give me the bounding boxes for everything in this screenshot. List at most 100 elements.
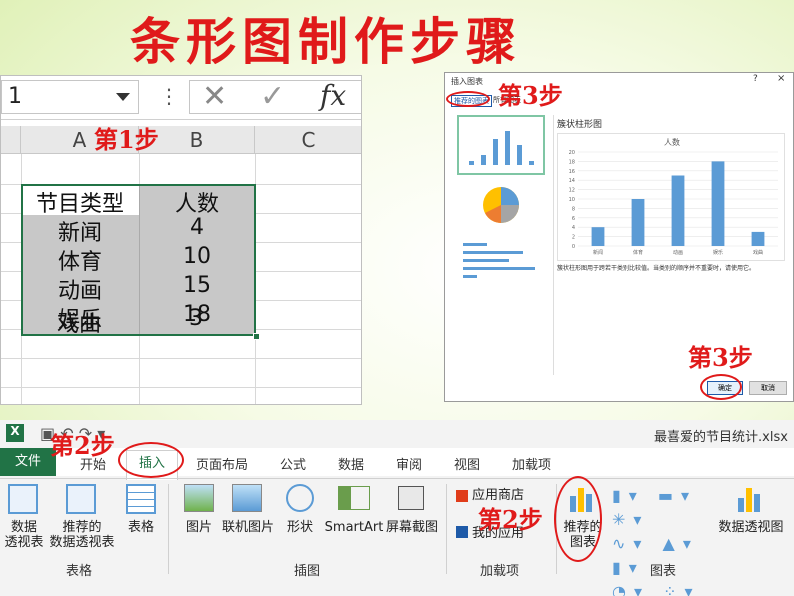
table-row-cell[interactable]: 新闻	[21, 215, 139, 247]
y-tick-label: 18	[569, 159, 575, 165]
step2-label-tab: 第2步	[50, 431, 115, 460]
highlight-ring	[118, 442, 184, 478]
function-icon[interactable]: fx	[320, 79, 346, 112]
y-tick-label: 2	[572, 235, 575, 241]
cancel-button[interactable]: 取消	[749, 381, 787, 395]
chart-preview: 人数 0 2 4 6 8 10 12 14 16 18 20 新闻 体育 动画 娱乐 戏曲	[557, 133, 785, 261]
dialog-title: 插入图表	[451, 77, 483, 86]
name-box[interactable]: 1	[1, 80, 139, 114]
store-icon	[456, 490, 468, 502]
thumb-column-chart[interactable]	[457, 115, 545, 175]
chart-type-name: 簇状柱形图	[557, 120, 603, 130]
highlight-ring	[554, 476, 602, 562]
close-icon[interactable]: ×	[777, 73, 785, 84]
pivot-table-icon	[8, 484, 38, 514]
group-label-charts: 图表	[650, 564, 677, 579]
cell-header-count[interactable]: 人数	[139, 186, 255, 218]
tab-data[interactable]: 数据	[338, 454, 364, 473]
online-picture-icon	[232, 484, 262, 512]
smartart-button[interactable]: SmartArt	[324, 520, 384, 535]
highlight-ring	[700, 374, 742, 400]
table-button[interactable]: 表格	[124, 520, 158, 535]
chart-title: 人数	[664, 138, 680, 147]
smartart-icon	[338, 486, 370, 510]
bar	[631, 199, 645, 246]
help-icon[interactable]: ?	[753, 74, 758, 84]
y-tick-label: 10	[569, 197, 575, 203]
group-label-tables: 表格	[66, 564, 93, 579]
group-label-addins: 加载项	[480, 564, 520, 579]
y-tick-label: 6	[572, 216, 575, 222]
bar	[751, 231, 765, 246]
y-tick-label: 14	[569, 178, 575, 184]
table-row-cell[interactable]: 3	[138, 306, 254, 331]
chart-type-icons[interactable]: ▮▾ ▬▾ ✳▾ ∿▾ ▲▾ ▮▾ ◔▾ ⁘▾	[612, 484, 716, 596]
cancel-icon[interactable]: ✕	[202, 79, 227, 114]
x-tick-label: 戏曲	[753, 249, 763, 256]
chart-plot: 0 2 4 6 8 10 12 14 16 18 20 新闻 体育 动画 娱乐 戏曲	[569, 150, 778, 256]
shapes-button[interactable]: 形状	[280, 520, 320, 535]
step3-label-bottom: 第3步	[688, 343, 753, 372]
y-tick-label: 8	[572, 206, 575, 212]
more-icon: ⋮	[159, 84, 179, 108]
bar	[711, 161, 725, 246]
formula-buttons: ✕ ✓ fx	[189, 79, 361, 114]
recommended-pivot-icon	[66, 484, 96, 514]
highlight-ring	[446, 91, 490, 107]
y-tick-label: 20	[569, 150, 575, 156]
table-row-cell[interactable]: 戏曲	[20, 306, 138, 338]
group-label-illustrations: 插图	[294, 564, 321, 579]
my-apps-icon	[456, 526, 468, 538]
y-tick-label: 4	[572, 225, 575, 231]
col-header-c[interactable]: C	[255, 126, 361, 154]
fill-handle[interactable]	[253, 333, 260, 340]
online-picture-button[interactable]: 联机图片	[220, 520, 276, 535]
screenshot-button[interactable]: 屏幕截图	[384, 520, 440, 535]
formula-bar: 1 ⋮ ✕ ✓ fx	[1, 76, 361, 120]
camera-icon	[398, 486, 424, 510]
thumb-pie-chart[interactable]	[457, 179, 545, 229]
table-row-cell[interactable]: 动画	[21, 273, 139, 305]
x-tick-label: 娱乐	[713, 249, 723, 256]
step2-label-chart: 第2步	[478, 505, 543, 534]
tab-view[interactable]: 视图	[454, 454, 480, 473]
thumb-bar-chart[interactable]	[457, 233, 545, 283]
excel-sheet: 1 ⋮ ✕ ✓ fx A B C 节目类型 人数 新闻 4 体育 10 动画 1…	[0, 75, 362, 405]
table-row-cell[interactable]: 体育	[21, 244, 139, 276]
shapes-icon	[286, 484, 314, 512]
pivot-chart-button[interactable]: 数据透视图	[716, 520, 786, 535]
table-row-cell[interactable]: 15	[139, 273, 255, 298]
chevron-down-icon[interactable]	[116, 93, 130, 101]
y-tick-label: 16	[569, 169, 575, 175]
slide-title: 条形图制作步骤	[130, 12, 522, 71]
step1-label: 第1步	[94, 125, 159, 154]
enter-icon[interactable]: ✓	[260, 79, 285, 114]
tab-formulas[interactable]: 公式	[280, 454, 306, 473]
bar	[591, 227, 605, 246]
excel-ribbon: X ▣ ↶ ↷ ▾ 最喜爱的节目统计.xlsx - 文件 开始 插入 页面布局 …	[0, 420, 794, 596]
corner-select[interactable]	[1, 126, 21, 154]
table-icon	[126, 484, 156, 514]
chart-description: 簇状柱形图用于跨若干类别比较值。当类别的顺序并不重要时，请使用它。	[557, 265, 756, 272]
pivot-chart-icon	[734, 484, 768, 514]
tab-file[interactable]: 文件	[0, 448, 56, 476]
pivot-table-button[interactable]: 数据 透视表	[0, 520, 48, 550]
picture-icon	[184, 484, 214, 512]
x-tick-label: 体育	[633, 249, 643, 256]
tab-addins[interactable]: 加载项	[512, 454, 551, 473]
table-row-cell[interactable]: 4	[139, 215, 255, 240]
y-tick-label: 0	[572, 244, 575, 250]
x-tick-label: 动画	[673, 249, 683, 256]
recommended-pivot-button[interactable]: 推荐的 数据透视表	[46, 520, 118, 550]
step3-label-top: 第3步	[498, 81, 563, 110]
tab-review[interactable]: 审阅	[396, 454, 422, 473]
x-tick-label: 新闻	[593, 249, 603, 256]
excel-logo-icon: X	[6, 424, 24, 442]
cell-header-type[interactable]: 节目类型	[21, 186, 139, 218]
tab-page-layout[interactable]: 页面布局	[196, 454, 248, 473]
name-box-value: 1	[8, 84, 22, 109]
y-tick-label: 12	[569, 188, 575, 194]
table-row-cell[interactable]: 10	[139, 244, 255, 269]
bar	[671, 175, 685, 246]
picture-button[interactable]: 图片	[182, 520, 216, 535]
